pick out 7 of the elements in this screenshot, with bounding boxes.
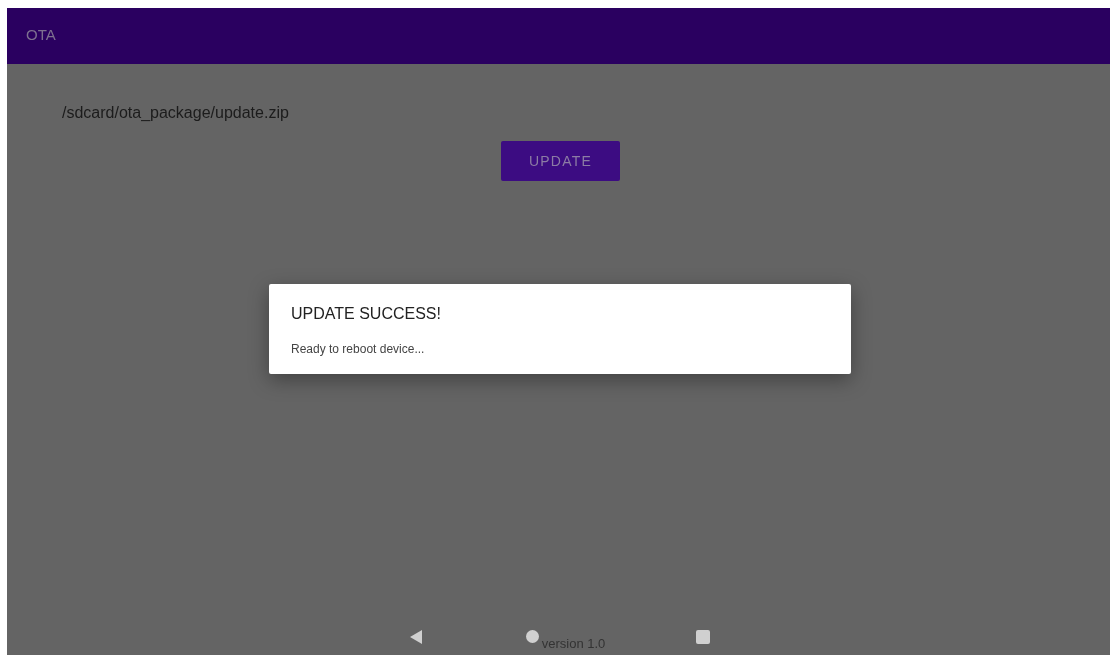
file-path: /sdcard/ota_package/update.zip [62,103,290,123]
app-title: OTA [26,26,56,43]
update-button[interactable]: UPDATE [501,141,620,181]
home-icon[interactable] [526,630,539,643]
dialog-title: UPDATE SUCCESS! [291,304,441,324]
dialog-message: Ready to reboot device... [291,341,425,358]
back-icon[interactable] [410,630,422,644]
